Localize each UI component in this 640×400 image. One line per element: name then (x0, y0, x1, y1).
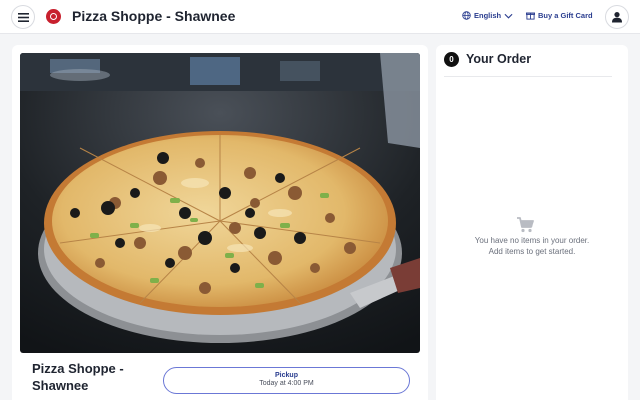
hero-pizza-image (20, 53, 420, 353)
empty-order-message: You have no items in your order. Add ite… (446, 235, 618, 257)
gift-card-link[interactable]: Buy a Gift Card (526, 11, 593, 20)
globe-icon (462, 11, 471, 20)
empty-order-line1: You have no items in your order. (474, 236, 590, 245)
pickup-time: Today at 4:00 PM (259, 380, 314, 387)
menu-button[interactable] (11, 5, 35, 29)
language-selector[interactable]: English (462, 11, 513, 20)
empty-order-line2: Add items to get started. (488, 247, 576, 256)
hamburger-menu-icon (17, 12, 29, 22)
order-title: Your Order (466, 52, 532, 66)
divider (444, 76, 612, 77)
account-button[interactable] (605, 5, 629, 29)
gift-card-label: Buy a Gift Card (538, 11, 593, 20)
order-panel: 0 Your Order You have no items in your o… (436, 45, 628, 400)
gift-icon (526, 12, 535, 20)
top-header: Pizza Shoppe - Shawnee English Buy a Gif… (0, 0, 640, 34)
language-label: English (474, 11, 502, 20)
pickup-time-button[interactable]: Pickup Today at 4:00 PM (163, 367, 410, 394)
page-title: Pizza Shoppe - Shawnee (72, 8, 236, 24)
store-name: Pizza Shoppe - Shawnee (32, 361, 124, 393)
shopping-cart-icon (517, 217, 534, 233)
chevron-down-icon (504, 13, 513, 19)
restaurant-logo[interactable] (46, 9, 61, 24)
store-card: Pizza Shoppe - Shawnee Pickup Today at 4… (12, 45, 428, 400)
order-count-badge: 0 (444, 52, 459, 67)
user-icon (612, 12, 622, 23)
pickup-label: Pickup (275, 372, 298, 379)
